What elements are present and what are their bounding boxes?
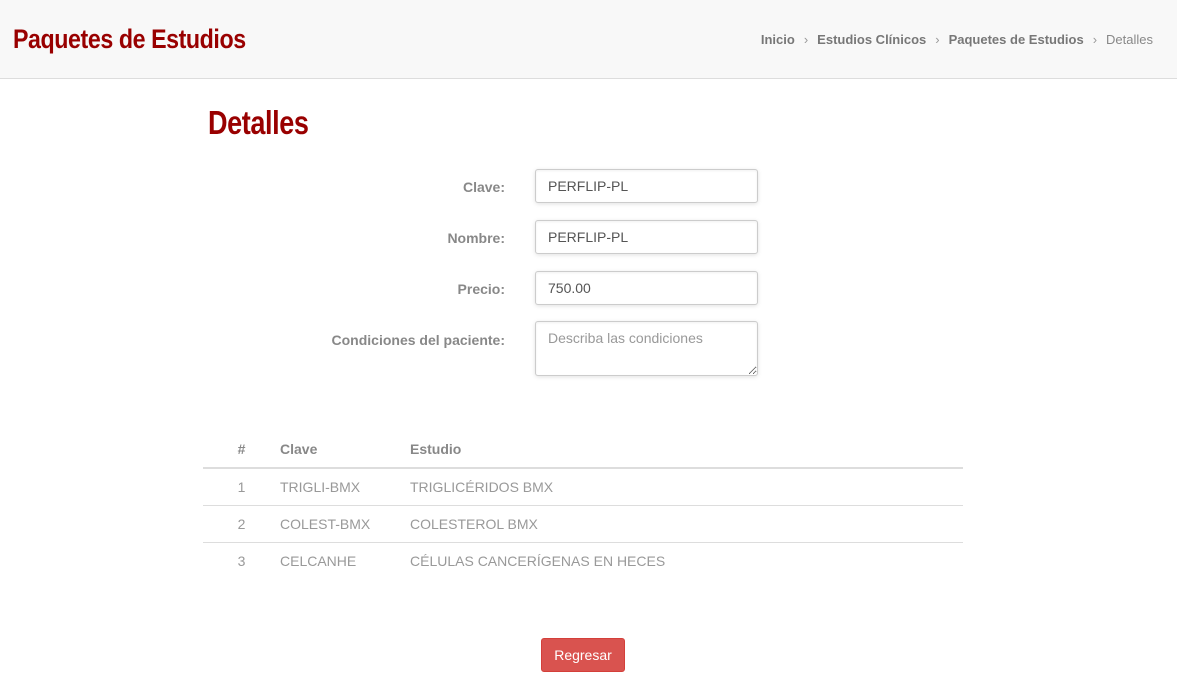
- breadcrumb-link-inicio[interactable]: Inicio: [761, 31, 795, 49]
- breadcrumb: Inicio › Estudios Clínicos › Paquetes de…: [761, 31, 1153, 49]
- nombre-field[interactable]: [535, 220, 758, 254]
- precio-label: Precio:: [457, 281, 505, 297]
- row-estudio: COLESTEROL BMX: [410, 505, 963, 543]
- column-header-clave: Clave: [280, 430, 410, 469]
- regresar-button[interactable]: Regresar: [541, 638, 625, 672]
- app-title: Paquetes de Estudios: [13, 24, 246, 54]
- studies-table: # Clave Estudio 1 TRIGLI-BMX TRIGLICÉRID…: [203, 430, 963, 579]
- table-row: 2 COLEST-BMX COLESTEROL BMX: [203, 505, 963, 543]
- breadcrumb-separator-icon: ›: [803, 32, 809, 47]
- precio-field[interactable]: [535, 271, 758, 305]
- page-header: Paquetes de Estudios Inicio › Estudios C…: [0, 0, 1177, 79]
- row-clave: CELCANHE: [280, 542, 410, 579]
- column-header-number: #: [203, 430, 280, 469]
- breadcrumb-separator-icon: ›: [1092, 32, 1098, 47]
- condiciones-textarea[interactable]: [535, 321, 758, 376]
- row-clave: COLEST-BMX: [280, 505, 410, 543]
- row-estudio: TRIGLICÉRIDOS BMX: [410, 479, 554, 495]
- breadcrumb-current: Detalles: [1106, 32, 1153, 47]
- clave-field[interactable]: [535, 169, 758, 203]
- row-number: 2: [203, 505, 280, 543]
- row-estudio: CÉLULAS CANCERÍGENAS EN HECES: [410, 542, 963, 579]
- nombre-label: Nombre:: [447, 230, 505, 246]
- row-clave: TRIGLI-BMX: [280, 479, 361, 495]
- breadcrumb-separator-icon: ›: [935, 32, 940, 47]
- column-header-estudio: Estudio: [410, 430, 963, 469]
- row-number: 3: [203, 542, 280, 579]
- breadcrumb-link-paquetes-de-estudios[interactable]: Paquetes de Estudios: [949, 31, 1084, 49]
- row-number: 1: [237, 479, 246, 495]
- table-row: 3 CELCANHE CÉLULAS CANCERÍGENAS EN HECES: [203, 542, 963, 579]
- table-row: 1 TRIGLI-BMX TRIGLICÉRIDOS BMX: [203, 468, 963, 506]
- clave-label: Clave:: [462, 179, 505, 195]
- condiciones-label: Condiciones del paciente:: [331, 332, 505, 348]
- table-header-row: # Clave Estudio: [203, 430, 963, 469]
- page-title: Detalles: [208, 104, 309, 141]
- breadcrumb-link-estudios-clinicos[interactable]: Estudios Clínicos: [817, 31, 926, 49]
